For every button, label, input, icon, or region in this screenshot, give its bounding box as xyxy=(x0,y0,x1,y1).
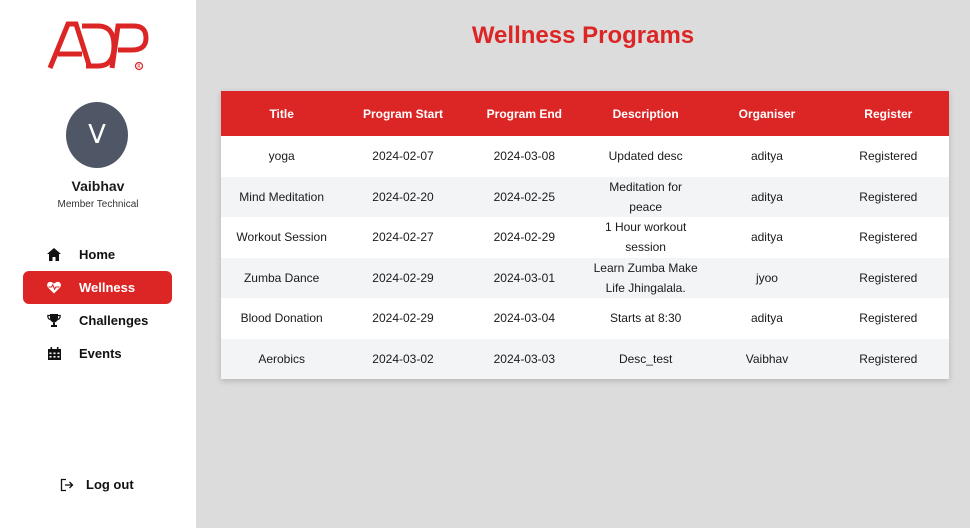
cell-organiser: jyoo xyxy=(755,270,778,285)
sidebar-item-wellness[interactable]: Wellness xyxy=(23,271,172,304)
avatar[interactable]: V xyxy=(66,102,128,168)
cell-program-start: 2024-03-02 xyxy=(372,351,434,366)
cell-description: Meditation for peace xyxy=(609,179,682,214)
cell-program-end: 2024-03-08 xyxy=(493,149,556,164)
page-title: Wellness Programs xyxy=(471,22,695,49)
cell-description: 1 Hour workout session xyxy=(604,220,687,255)
cell-organiser: aditya xyxy=(750,149,783,164)
cell-description: Learn Zumba Make Life Jhingalala. xyxy=(593,260,698,295)
avatar-initial: V xyxy=(88,120,106,150)
cell-title: yoga xyxy=(268,149,295,164)
user-role: Member Technical xyxy=(57,199,139,210)
register-status[interactable]: Registered xyxy=(828,298,949,339)
sidebar-item-home[interactable]: Home xyxy=(23,238,172,271)
cell-program-end: 2024-03-03 xyxy=(493,351,556,366)
table-header-row: Title Program Start Program End Descript… xyxy=(221,91,949,136)
table-row: Zumba Dance 2024-02-29 2024-03-01 Learn … xyxy=(221,257,949,299)
cell-description: Starts at 8:30 xyxy=(609,311,682,326)
cell-title: Blood Donation xyxy=(240,311,323,326)
column-header-description: Description xyxy=(612,106,679,121)
cell-organiser: aditya xyxy=(750,230,783,245)
sidebar-nav: Home Wellness Challenges Events xyxy=(23,238,172,370)
table-row: Workout Session 2024-02-27 2024-02-29 1 … xyxy=(221,217,949,258)
cell-program-end: 2024-03-04 xyxy=(493,311,556,326)
register-status[interactable]: Registered xyxy=(828,258,949,299)
cell-program-start: 2024-02-29 xyxy=(372,270,434,285)
cell-program-start: 2024-02-27 xyxy=(372,230,434,245)
cell-organiser: Vaibhav xyxy=(745,351,789,366)
register-status[interactable]: Registered xyxy=(828,339,949,380)
adp-logo[interactable]: R xyxy=(46,16,150,72)
programs-table: Title Program Start Program End Descript… xyxy=(221,91,949,379)
logout-label: Log out xyxy=(86,477,134,492)
user-name: Vaibhav xyxy=(71,178,125,194)
register-status[interactable]: Registered xyxy=(828,136,949,177)
sidebar-item-label: Wellness xyxy=(79,280,136,295)
cell-title: Zumba Dance xyxy=(243,270,320,285)
heartbeat-icon xyxy=(47,281,61,295)
cell-organiser: aditya xyxy=(750,189,783,204)
cell-organiser: aditya xyxy=(750,311,783,326)
calendar-icon xyxy=(47,347,61,361)
register-status[interactable]: Registered xyxy=(828,217,949,258)
cell-title: Mind Meditation xyxy=(239,189,325,204)
cell-title: Aerobics xyxy=(258,351,305,366)
sidebar-item-label: Challenges xyxy=(79,313,149,328)
cell-program-end: 2024-03-01 xyxy=(493,270,556,285)
sidebar: R V Vaibhav Member Technical Home Wellne… xyxy=(0,0,196,528)
column-header-program-end: Program End xyxy=(486,106,562,121)
table-row: Aerobics 2024-03-02 2024-03-03 Desc_test… xyxy=(221,338,949,380)
table-row: Blood Donation 2024-02-29 2024-03-04 Sta… xyxy=(221,298,949,339)
cell-program-start: 2024-02-07 xyxy=(372,149,434,164)
cell-program-start: 2024-02-29 xyxy=(372,311,434,326)
svg-text:R: R xyxy=(137,64,141,70)
trophy-icon xyxy=(47,314,61,328)
home-icon xyxy=(47,248,61,262)
logout-icon xyxy=(60,478,74,492)
column-header-program-start: Program Start xyxy=(362,106,443,121)
column-header-title: Title xyxy=(269,106,294,121)
sidebar-item-label: Home xyxy=(79,247,116,262)
column-header-register: Register xyxy=(864,106,913,121)
table-row: Mind Meditation 2024-02-20 2024-02-25 Me… xyxy=(221,176,949,218)
column-header-organiser: Organiser xyxy=(738,106,796,121)
cell-program-start: 2024-02-20 xyxy=(372,189,434,204)
register-status[interactable]: Registered xyxy=(828,177,949,218)
logout-button[interactable]: Log out xyxy=(60,477,134,492)
cell-title: Workout Session xyxy=(236,230,327,245)
cell-description: Desc_test xyxy=(618,351,673,366)
cell-program-end: 2024-02-25 xyxy=(493,189,556,204)
sidebar-item-label: Events xyxy=(79,346,122,361)
cell-program-end: 2024-02-29 xyxy=(493,230,556,245)
cell-description: Updated desc xyxy=(608,149,683,164)
sidebar-item-events[interactable]: Events xyxy=(23,337,172,370)
table-row: yoga 2024-02-07 2024-03-08 Updated desc … xyxy=(221,136,949,177)
sidebar-item-challenges[interactable]: Challenges xyxy=(23,304,172,337)
